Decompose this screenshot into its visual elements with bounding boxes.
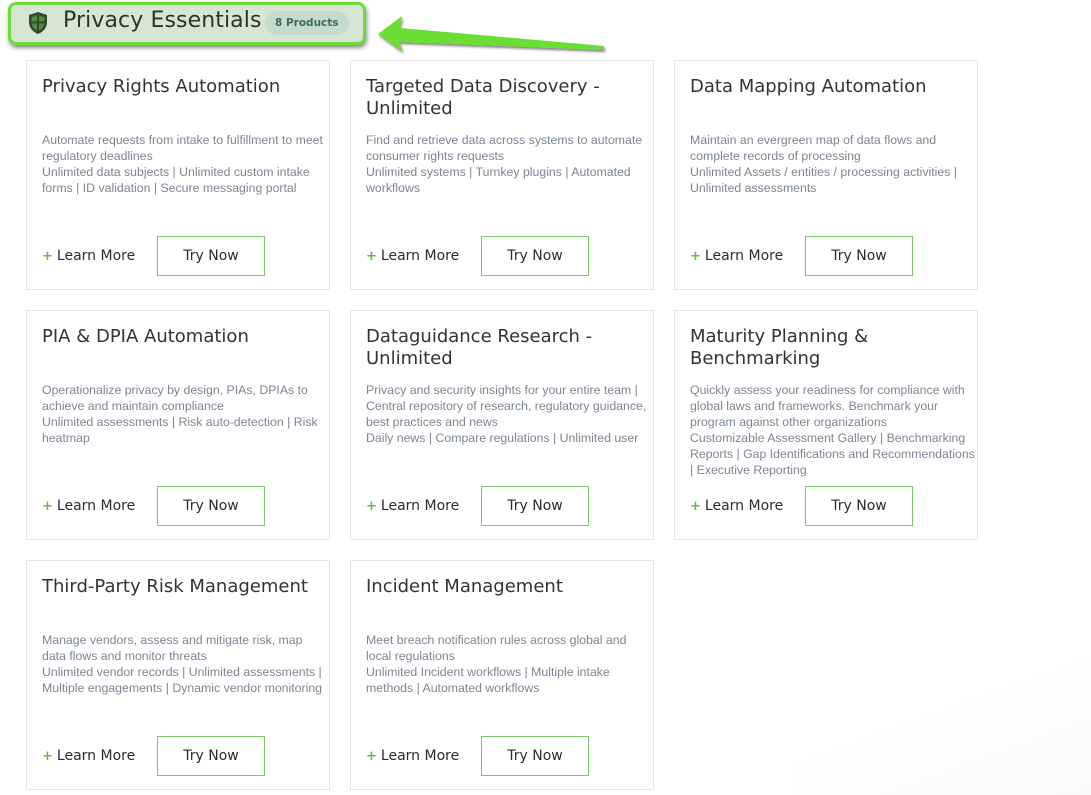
learn-more-label: Learn More	[380, 498, 460, 514]
product-description: Manage vendors, assess and mitigate risk…	[42, 632, 327, 696]
product-card: Data Mapping Automation Maintain an ever…	[674, 60, 978, 290]
learn-more-label: Learn More	[704, 248, 784, 264]
product-title: Data Mapping Automation	[690, 76, 927, 97]
product-summary: Automate requests from intake to fulfill…	[42, 133, 323, 163]
product-title: Targeted Data Discovery - Unlimited	[366, 76, 600, 119]
product-features: Unlimited Assets / entities / processing…	[690, 165, 958, 195]
product-features: Unlimited systems | Turnkey plugins | Au…	[366, 165, 631, 195]
plus-icon: +	[690, 249, 701, 264]
try-now-button[interactable]: Try Now	[481, 236, 589, 276]
learn-more-label: Learn More	[56, 498, 136, 514]
try-now-button[interactable]: Try Now	[805, 486, 913, 526]
learn-more-link[interactable]: + Learn More	[42, 498, 135, 514]
learn-more-link[interactable]: + Learn More	[690, 498, 783, 514]
product-features: Customizable Assessment Gallery | Benchm…	[690, 431, 975, 477]
plus-icon: +	[42, 749, 53, 764]
product-summary: Manage vendors, assess and mitigate risk…	[42, 633, 303, 663]
annotation-arrow-icon	[378, 16, 604, 52]
learn-more-link[interactable]: + Learn More	[42, 748, 135, 764]
product-summary: Privacy and security insights for your e…	[366, 383, 647, 429]
learn-more-link[interactable]: + Learn More	[366, 748, 459, 764]
learn-more-link[interactable]: + Learn More	[366, 498, 459, 514]
plus-icon: +	[366, 249, 377, 264]
product-title: Third-Party Risk Management	[42, 576, 308, 597]
shield-icon	[29, 12, 47, 34]
try-now-button[interactable]: Try Now	[157, 736, 265, 776]
section-header: Privacy Essentials 8 Products	[8, 2, 366, 45]
product-count-badge: 8 Products	[265, 11, 349, 35]
learn-more-link[interactable]: + Learn More	[42, 248, 135, 264]
try-now-button[interactable]: Try Now	[157, 236, 265, 276]
product-summary: Find and retrieve data across systems to…	[366, 133, 643, 163]
learn-more-label: Learn More	[56, 748, 136, 764]
learn-more-link[interactable]: + Learn More	[366, 248, 459, 264]
product-card: Privacy Rights Automation Automate reque…	[26, 60, 330, 290]
plus-icon: +	[42, 249, 53, 264]
plus-icon: +	[42, 499, 53, 514]
product-summary: Operationalize privacy by design, PIAs, …	[42, 383, 308, 413]
product-card: Targeted Data Discovery - Unlimited Find…	[350, 60, 654, 290]
product-card: Incident Management Meet breach notifica…	[350, 560, 654, 790]
product-features: Unlimited vendor records | Unlimited ass…	[42, 665, 323, 695]
plus-icon: +	[366, 749, 377, 764]
product-card: Dataguidance Research - Unlimited Privac…	[350, 310, 654, 540]
product-summary: Meet breach notification rules across gl…	[366, 633, 627, 663]
product-title: PIA & DPIA Automation	[42, 326, 249, 347]
product-title: Privacy Rights Automation	[42, 76, 281, 97]
product-summary: Maintain an evergreen map of data flows …	[690, 133, 937, 163]
learn-more-label: Learn More	[380, 248, 460, 264]
product-description: Maintain an evergreen map of data flows …	[690, 132, 975, 196]
plus-icon: +	[366, 499, 377, 514]
learn-more-label: Learn More	[380, 748, 460, 764]
product-title: Dataguidance Research - Unlimited	[366, 326, 593, 369]
try-now-button[interactable]: Try Now	[481, 736, 589, 776]
learn-more-label: Learn More	[56, 248, 136, 264]
learn-more-label: Learn More	[704, 498, 784, 514]
product-description: Meet breach notification rules across gl…	[366, 632, 651, 696]
learn-more-link[interactable]: + Learn More	[690, 248, 783, 264]
background-fade	[791, 655, 1091, 795]
product-description: Automate requests from intake to fulfill…	[42, 132, 327, 196]
plus-icon: +	[690, 499, 701, 514]
product-title: Incident Management	[366, 576, 563, 597]
product-description: Operationalize privacy by design, PIAs, …	[42, 382, 327, 446]
product-features: Unlimited Incident workflows | Multiple …	[366, 665, 610, 695]
product-card: Maturity Planning & Benchmarking Quickly…	[674, 310, 978, 540]
product-description: Privacy and security insights for your e…	[366, 382, 651, 446]
try-now-button[interactable]: Try Now	[157, 486, 265, 526]
product-features: Unlimited assessments | Risk auto-detect…	[42, 415, 318, 445]
try-now-button[interactable]: Try Now	[805, 236, 913, 276]
product-summary: Quickly assess your readiness for compli…	[690, 383, 965, 429]
product-features: Daily news | Compare regulations | Unlim…	[366, 431, 639, 445]
product-description: Find and retrieve data across systems to…	[366, 132, 651, 196]
product-card: PIA & DPIA Automation Operationalize pri…	[26, 310, 330, 540]
product-card: Third-Party Risk Management Manage vendo…	[26, 560, 330, 790]
product-title: Maturity Planning & Benchmarking	[690, 326, 869, 369]
try-now-button[interactable]: Try Now	[481, 486, 589, 526]
product-description: Quickly assess your readiness for compli…	[690, 382, 975, 478]
section-title: Privacy Essentials	[63, 8, 262, 33]
product-features: Unlimited data subjects | Unlimited cust…	[42, 165, 310, 195]
